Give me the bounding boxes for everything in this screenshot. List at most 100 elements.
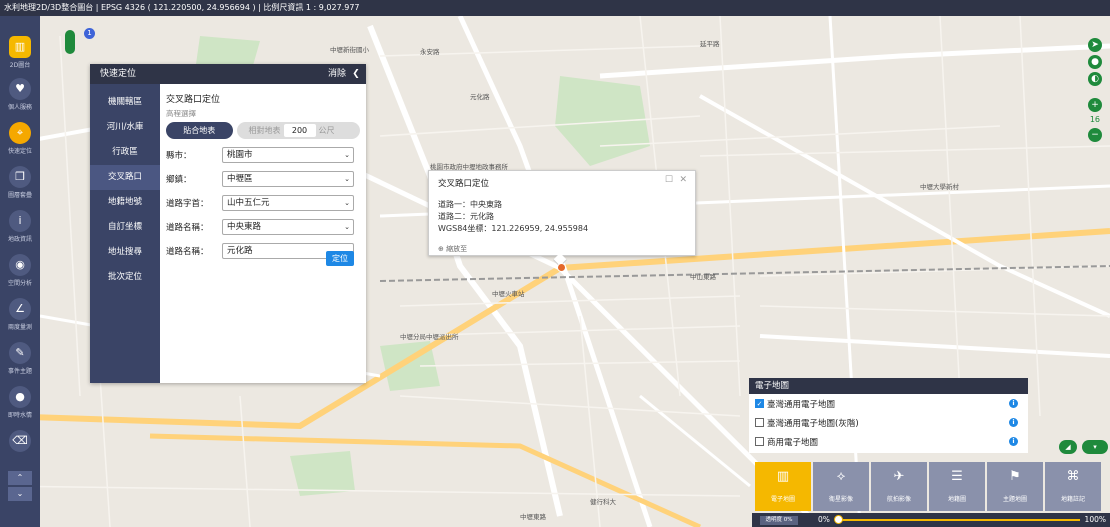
elevation-label: 高程選擇 <box>166 109 196 118</box>
popup-coord: WGS84坐標：121.226959, 24.955984 <box>438 224 589 233</box>
map-icon: ▥ <box>776 469 790 484</box>
drop-icon: ● <box>9 386 31 408</box>
map-label: 中山東路 <box>690 273 716 281</box>
checkbox[interactable] <box>755 418 764 427</box>
menu-item-district[interactable]: 行政區 <box>90 140 160 165</box>
tool-2d-map[interactable]: ▥ 2D圖台 <box>4 34 36 70</box>
tool-eraser[interactable]: ⌫ <box>4 428 36 464</box>
locate-button[interactable]: 定位 <box>326 251 354 266</box>
map-label: 中壢火車站 <box>492 290 525 298</box>
location-marker-icon[interactable] <box>557 263 566 272</box>
tab-aerial[interactable]: ✈ 航拍影像 <box>871 462 927 511</box>
compass-icon[interactable]: ➤ <box>1088 38 1102 52</box>
list-icon: ☰ <box>951 469 963 484</box>
basemap-option[interactable]: ✓ 臺灣通用電子地圖 i <box>749 394 1028 413</box>
eraser-icon: ⌫ <box>9 430 31 452</box>
menu-item-agency[interactable]: 機關轄區 <box>90 90 160 115</box>
chevron-down-icon: ⌄ <box>344 151 350 159</box>
zoom-level: 16 <box>1089 115 1100 124</box>
zoom-out-button[interactable]: − <box>1088 128 1102 142</box>
close-icon[interactable]: ✕ <box>679 175 687 185</box>
satellite-icon: ⟡ <box>836 469 846 484</box>
location-icon: ⌖ <box>9 122 31 144</box>
map-label: 中壢分局中壢派出所 <box>400 333 459 341</box>
left-toolbar: ▥ 2D圖台 ♥ 個人服務 ⌖ 快速定位 ❒ 圖層套疊 i 地政資訊 ◉ 空間分析 ∠ 兩度量… <box>0 16 40 527</box>
tool-measure[interactable]: ∠ 兩度量測 <box>4 296 36 332</box>
map-label: 中壢大學新村 <box>920 183 959 191</box>
tool-quick-locate[interactable]: ⌖ 快速定位 <box>4 120 36 156</box>
transparency-max: 100% <box>1084 515 1106 524</box>
measure-icon: ∠ <box>9 298 31 320</box>
map-label: 中壢東路 <box>520 513 546 521</box>
tab-thematic[interactable]: ⚑ 主題地圖 <box>987 462 1043 511</box>
tilt-icon[interactable]: ● <box>1088 55 1102 69</box>
dropdown-toggle-icon[interactable]: ▾ <box>1082 440 1108 454</box>
transparency-track[interactable] <box>836 519 1080 521</box>
menu-item-custom-coord[interactable]: 自訂坐標 <box>90 215 160 240</box>
road1-select[interactable]: 中央東路 ⌄ <box>222 219 354 235</box>
pin-icon: ⌘ <box>1066 469 1080 484</box>
tool-events[interactable]: ✎ 事件主題 <box>4 340 36 376</box>
menu-item-batch[interactable]: 批次定位 <box>90 265 160 290</box>
notification-badge[interactable]: 1 <box>84 28 95 39</box>
app-title-bar: 水利地理2D/3D整合圖台 | EPSG 4326 ( 121.220500, … <box>0 0 1110 16</box>
transparency-label: 透明度 0% <box>760 516 798 525</box>
quick-locate-header: 快速定位 消除 ❮ <box>90 64 366 84</box>
relative-height-group: 相對地表 200 公尺 <box>236 122 360 139</box>
height-input[interactable]: 200 <box>283 124 316 137</box>
tool-spatial-analysis[interactable]: ◉ 空間分析 <box>4 252 36 288</box>
info-icon[interactable]: i <box>1009 437 1018 446</box>
menu-item-cadastral[interactable]: 地籍地號 <box>90 190 160 215</box>
tool-water-info[interactable]: ● 即時水情 <box>4 384 36 420</box>
checkbox[interactable] <box>755 437 764 446</box>
basemap-option[interactable]: 商用電子地圖 i <box>749 432 1028 451</box>
chevron-down-icon: ⌄ <box>344 175 350 183</box>
county-select[interactable]: 桃園市 ⌄ <box>222 147 354 163</box>
info-icon: i <box>9 210 31 232</box>
tab-cadastral-notes[interactable]: ⌘ 地籍註記 <box>1045 462 1101 511</box>
popup-road2: 道路二：元化路 <box>438 212 494 221</box>
tab-satellite[interactable]: ⟡ 衛星影像 <box>813 462 869 511</box>
tool-personal[interactable]: ♥ 個人服務 <box>4 76 36 112</box>
zoom-in-button[interactable]: + <box>1088 98 1102 112</box>
relative-height-button[interactable]: 相對地表 <box>249 122 281 139</box>
compass-control[interactable] <box>65 30 75 54</box>
township-select[interactable]: 中壢區 ⌄ <box>222 171 354 187</box>
intersection-popup: 交叉路口定位 道路一：中央東路 道路二：元化路 WGS84坐標：121.2269… <box>428 170 696 256</box>
basemap-panel: 電子地圖 ✓ 臺灣通用電子地圖 i 臺灣通用電子地圖(灰階) i 商用電子地圖 i <box>749 378 1028 453</box>
info-icon[interactable]: i <box>1009 399 1018 408</box>
road-prefix-field: 道路字首： 山中五仁元 ⌄ <box>166 195 360 211</box>
map-label: 健行科大 <box>590 498 616 506</box>
map-icon: ▥ <box>9 36 31 58</box>
globe-icon: ◉ <box>9 254 31 276</box>
basemap-option[interactable]: 臺灣通用電子地圖(灰階) i <box>749 413 1028 432</box>
maximize-icon[interactable]: ☐ <box>665 175 673 185</box>
chevron-down-icon[interactable]: ⌄ <box>8 487 32 501</box>
road1-field: 道路名稱： 中央東路 ⌄ <box>166 219 360 235</box>
zoom-to-link[interactable]: ⊕ 縮放至 <box>438 244 686 254</box>
menu-item-river[interactable]: 河川/水庫 <box>90 115 160 140</box>
form-title: 交叉路口定位 <box>166 95 221 105</box>
locate-type-menu: 機關轄區 河川/水庫 行政區 交叉路口 地籍地號 自訂坐標 地址搜尋 批次定位 <box>90 84 160 383</box>
transparency-slider-handle[interactable] <box>834 515 843 524</box>
rotate-icon[interactable]: ◐ <box>1088 72 1102 86</box>
terrain-clamp-button[interactable]: 貼合地表 <box>166 122 233 139</box>
collapse-icon[interactable]: ❮ <box>350 68 362 80</box>
map-label: 延平路 <box>700 40 720 48</box>
locate-me-icon[interactable]: ◢ <box>1059 440 1077 454</box>
map-label: 元化路 <box>470 93 490 101</box>
intersection-form: 交叉路口定位 高程選擇 貼合地表 相對地表 200 公尺 縣市： 桃園市 ⌄ 鄉鎮… <box>160 84 366 383</box>
chevron-up-icon[interactable]: ⌃ <box>8 471 32 485</box>
info-icon[interactable]: i <box>1009 418 1018 427</box>
menu-item-address[interactable]: 地址搜尋 <box>90 240 160 265</box>
tab-cadastral[interactable]: ☰ 地籍圖 <box>929 462 985 511</box>
checkbox-checked[interactable]: ✓ <box>755 399 764 408</box>
tool-layers[interactable]: ❒ 圖層套疊 <box>4 164 36 200</box>
clear-button[interactable]: 消除 <box>328 64 346 84</box>
tool-land-info[interactable]: i 地政資訊 <box>4 208 36 244</box>
menu-item-intersection[interactable]: 交叉路口 <box>90 165 160 190</box>
map-label: 永安路 <box>420 48 440 56</box>
tab-electronic-map[interactable]: ▥ 電子地圖 <box>755 462 811 511</box>
plane-icon: ✈ <box>893 469 905 484</box>
road-prefix-select[interactable]: 山中五仁元 ⌄ <box>222 195 354 211</box>
